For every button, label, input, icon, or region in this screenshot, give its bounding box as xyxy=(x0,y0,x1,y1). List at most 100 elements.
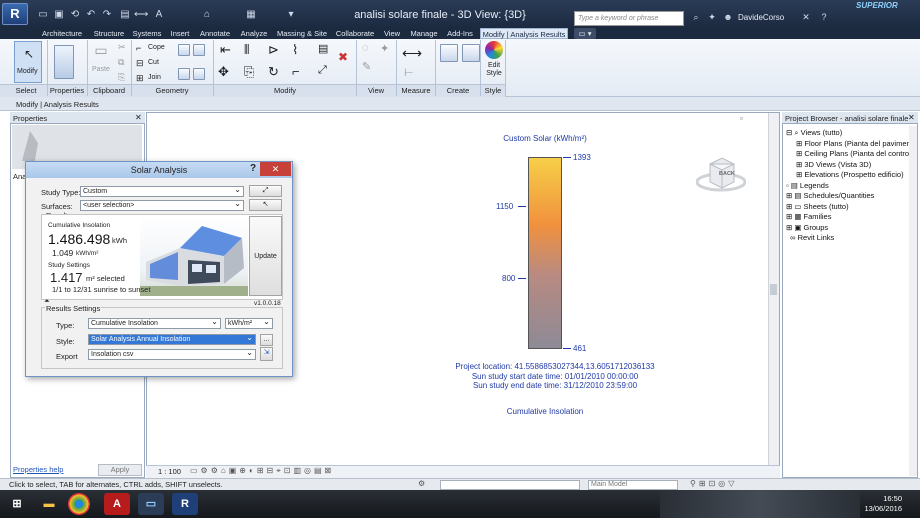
sync-icon[interactable]: ⟲ xyxy=(68,9,82,21)
pick-surfaces-button[interactable]: ↖ xyxy=(249,199,282,211)
split-icon[interactable]: ⌇ xyxy=(292,42,298,58)
text-icon[interactable]: A xyxy=(152,9,166,21)
cut-label[interactable]: Cut xyxy=(148,59,159,66)
tab-systems[interactable]: Systems xyxy=(130,28,164,39)
3d-view-icon[interactable]: ⌂ xyxy=(200,9,214,21)
style-select[interactable]: Solar Analysis Annual Insolation xyxy=(88,333,256,345)
wall-join-icon[interactable] xyxy=(193,44,205,56)
windows-start-icon[interactable]: ⊞ xyxy=(4,493,30,515)
design-option-select[interactable] xyxy=(440,480,580,490)
save-icon[interactable]: ▣ xyxy=(52,9,66,21)
browser-item-families[interactable]: ⊞ ▦ Families xyxy=(786,212,914,221)
browser-item-views[interactable]: ⊟ ⌕ Views (tutto) xyxy=(786,128,914,138)
browser-item-sheets[interactable]: ⊞ ▭ Sheets (tutto) xyxy=(786,202,914,211)
paste-icon[interactable]: ▭ xyxy=(92,42,110,60)
browser-item-legends[interactable]: ▫ ▤ Legends xyxy=(786,181,914,190)
study-type-select[interactable]: Custom xyxy=(80,185,244,197)
tab-insert[interactable]: Insert xyxy=(167,28,193,39)
copy-clip-icon[interactable]: ⧉ xyxy=(118,57,124,68)
outlook-icon[interactable]: ▭ xyxy=(138,493,164,515)
properties-icon[interactable] xyxy=(54,45,74,79)
match-icon[interactable]: ⎘ xyxy=(118,72,125,83)
unit-select[interactable]: kWh/m² xyxy=(225,317,273,329)
subscription-icon[interactable]: ✦ xyxy=(706,12,718,24)
dialog-close-button[interactable]: ✕ xyxy=(260,162,291,176)
properties-help-link[interactable]: Properties help xyxy=(13,465,63,474)
measure-icon[interactable]: ⟷ xyxy=(402,45,422,62)
delete-icon[interactable]: ✖ xyxy=(338,50,348,64)
open-icon[interactable]: ▭ xyxy=(36,9,50,21)
user-name[interactable]: DavideCorso xyxy=(738,13,784,22)
browser-item-3d-views[interactable]: ⊞ 3D Views (Vista 3D) xyxy=(796,160,914,169)
tab-architecture[interactable]: Architecture xyxy=(40,28,84,39)
tab-structure[interactable]: Structure xyxy=(90,28,128,39)
redo-icon[interactable]: ↷ xyxy=(100,9,114,21)
tab-add-ins[interactable]: Add-Ins xyxy=(445,28,475,39)
close-icon[interactable]: ✕ xyxy=(908,113,915,122)
help-icon[interactable]: ? xyxy=(818,12,830,24)
autocad-icon[interactable]: A xyxy=(104,493,130,515)
hide-icon[interactable]: ◌ xyxy=(362,42,369,54)
edit-style-icon[interactable] xyxy=(485,41,503,59)
app-menu-button[interactable]: R xyxy=(2,3,28,25)
offset-icon[interactable]: ⫴ xyxy=(244,42,249,58)
edit-style-label[interactable]: Edit Style xyxy=(486,62,502,78)
export-select[interactable]: Insolation csv xyxy=(88,348,256,360)
search-icon[interactable]: ⌕ xyxy=(690,12,702,24)
worksharing-icon[interactable]: ⚙ xyxy=(418,479,425,488)
exchange-icon[interactable]: ✕ xyxy=(800,12,812,24)
trim-icon[interactable]: ⌐ xyxy=(292,64,300,79)
tab-collaborate[interactable]: Collaborate xyxy=(333,28,377,39)
create-similar-icon[interactable] xyxy=(440,44,458,62)
array-icon[interactable]: ▤ xyxy=(318,42,328,55)
join-icon[interactable]: ⊞ xyxy=(136,73,144,84)
revit-icon[interactable]: R xyxy=(172,493,198,515)
help-icon[interactable]: ? xyxy=(250,163,256,174)
rotate-icon[interactable]: ↻ xyxy=(268,64,279,80)
tab-massing-site[interactable]: Massing & Site xyxy=(274,28,330,39)
print-icon[interactable]: ▤ xyxy=(118,9,132,21)
scale-icon[interactable]: ⤢ xyxy=(318,64,327,77)
lightbulb-icon[interactable]: ✦ xyxy=(380,42,389,55)
view-scale[interactable]: 1 : 100 xyxy=(158,467,181,476)
cube-face-label[interactable]: BACK xyxy=(719,171,735,177)
paint-icon[interactable] xyxy=(178,44,190,56)
export-icon[interactable]: ⇲ xyxy=(260,347,273,361)
windows-icon[interactable]: ▦ xyxy=(244,9,258,21)
surfaces-select[interactable]: <user selection> xyxy=(80,199,244,211)
selection-filter-icons[interactable]: ⚲⊞⊡◎▽ xyxy=(690,479,737,488)
tab-annotate[interactable]: Annotate xyxy=(196,28,234,39)
modify-button[interactable]: ↖ Modify xyxy=(14,41,42,83)
browser-item-groups[interactable]: ⊞ ▣ Groups xyxy=(786,223,914,232)
align-icon[interactable]: ⇤ xyxy=(220,42,231,58)
ribbon-toggle-button[interactable]: ▭ ▾ xyxy=(574,28,596,39)
cope-label[interactable]: Cope xyxy=(148,44,165,51)
create-group-icon[interactable] xyxy=(462,44,480,62)
mirror-pick-icon[interactable]: ⊳ xyxy=(268,42,279,58)
type-select[interactable]: Cumulative Insolation xyxy=(88,317,221,329)
move-icon[interactable]: ✥ xyxy=(218,64,229,80)
settings-button[interactable]: ⤢ xyxy=(249,185,282,197)
override-icon[interactable]: ✎ xyxy=(362,60,371,73)
workset-select[interactable]: Main Model xyxy=(588,480,678,490)
file-explorer-icon[interactable]: ▬ xyxy=(36,493,62,515)
browser-item-revit-links[interactable]: ∞ Revit Links xyxy=(786,233,914,242)
browser-item-ceiling-plans[interactable]: ⊞ Ceiling Plans (Pianta del controsoffit… xyxy=(796,149,914,158)
tab-analyze[interactable]: Analyze xyxy=(237,28,271,39)
panel-select[interactable]: Select xyxy=(6,86,46,95)
tab-view[interactable]: View xyxy=(381,28,403,39)
undo-icon[interactable]: ↶ xyxy=(84,9,98,21)
update-button[interactable]: Update xyxy=(249,216,282,296)
measure-icon[interactable]: ⟷ xyxy=(134,9,148,21)
demolish-icon[interactable] xyxy=(193,68,205,80)
browser-item-elevations[interactable]: ⊞ Elevations (Prospetto edificio) xyxy=(796,170,914,179)
user-icon[interactable]: ☻ xyxy=(722,12,734,24)
dimension-icon[interactable]: ⊢ xyxy=(404,66,414,79)
scrollbar-thumb[interactable] xyxy=(770,284,777,295)
revit-link-icon[interactable] xyxy=(178,68,190,80)
clock[interactable]: 16:50 13/06/2016 xyxy=(862,494,902,514)
view-controls-icons[interactable]: ▭⚙⚙⌂▣⊕◐⊞⊟⌖⊡▥◎▤⊠ xyxy=(190,466,334,476)
browser-item-floor-plans[interactable]: ⊞ Floor Plans (Pianta del pavimento) xyxy=(796,139,914,148)
close-icon[interactable]: ✕ xyxy=(135,113,142,122)
join-label[interactable]: Join xyxy=(148,74,161,81)
